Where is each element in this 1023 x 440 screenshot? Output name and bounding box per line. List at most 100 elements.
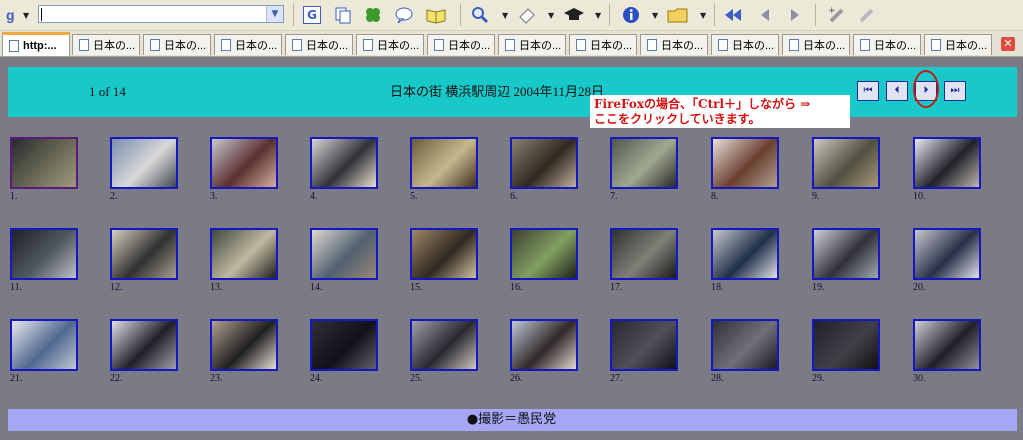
tab[interactable]: 日本の... [143,34,211,55]
photo-thumbnail[interactable] [210,228,278,280]
page-icon [434,39,444,51]
photo-thumbnail[interactable] [10,319,78,371]
photo-thumbnail[interactable] [610,137,678,189]
thumbnail-number: 30. [913,373,926,384]
thumbnail-number: 25. [410,373,423,384]
page-icon [576,39,586,51]
speech-bubble-icon[interactable] [393,4,415,26]
search-dropdown-button[interactable]: ▼ [266,6,283,22]
eraser-dropdown-icon[interactable]: ▼ [548,11,554,20]
open-book-icon[interactable] [424,4,448,26]
photo-thumbnail[interactable] [510,137,578,189]
tab[interactable]: 日本の... [640,34,708,55]
highlighter-icon[interactable] [856,4,878,26]
thumbnail-number: 4. [310,191,318,202]
back-arrow-icon[interactable] [755,4,775,26]
last-page-button[interactable]: ⏭ [944,81,966,101]
tab-label: 日本の... [590,40,633,52]
photo-thumbnail[interactable] [410,319,478,371]
thumbnail-number: 23. [210,373,223,384]
photo-thumbnail[interactable] [10,228,78,280]
tab-label: http:... [23,39,57,52]
google-g-button[interactable]: G [302,4,322,26]
photo-thumbnail[interactable] [812,228,880,280]
magnifier-icon[interactable] [469,4,491,26]
magnifier-dropdown-icon[interactable]: ▼ [502,11,508,20]
page-icon [9,39,19,52]
page-icon [718,39,728,51]
text-caret [41,8,42,21]
cap-dropdown-icon[interactable]: ▼ [595,11,601,20]
photo-thumbnail[interactable] [410,137,478,189]
photo-thumbnail[interactable] [110,319,178,371]
tab[interactable]: 日本の... [72,34,140,55]
thumbnail-number: 10. [913,191,926,202]
tab-label: 日本の... [732,40,775,52]
tab[interactable]: 日本の... [498,34,566,55]
tab[interactable]: 日本の... [427,34,495,55]
tab[interactable]: 日本の... [569,34,637,55]
thumbnail-number: 21. [10,373,23,384]
eraser-icon[interactable] [516,4,538,26]
copy-pages-icon[interactable] [333,4,353,26]
photo-thumbnail[interactable] [812,319,880,371]
photo-thumbnail[interactable] [711,137,779,189]
thumbnail-number: 14. [310,282,323,293]
tab[interactable]: 日本の... [356,34,424,55]
photo-thumbnail[interactable] [913,137,981,189]
tab[interactable]: 日本の... [285,34,353,55]
tab[interactable]: 日本の... [711,34,779,55]
photo-thumbnail[interactable] [210,319,278,371]
first-page-button[interactable]: ⏮ [857,81,879,101]
photo-thumbnail[interactable] [913,319,981,371]
folder-dropdown-icon[interactable]: ▼ [700,11,706,20]
page-icon [505,39,515,51]
prev-page-button[interactable]: ⏴ [886,81,908,101]
photo-thumbnail[interactable] [110,137,178,189]
photo-thumbnail[interactable] [210,137,278,189]
tab-current[interactable]: http:... [2,32,70,56]
photo-thumbnail[interactable] [711,228,779,280]
photo-thumbnail[interactable] [310,137,378,189]
photo-thumbnail[interactable] [913,228,981,280]
graduation-cap-icon[interactable] [562,4,586,26]
info-icon[interactable] [620,4,642,26]
photo-thumbnail[interactable] [410,228,478,280]
browser-toolbar: g ▼ ▼ G ▼ ▼ ▼ ▼ ▼ + [0,0,1023,31]
thumbnail-number: 26. [510,373,523,384]
folder-icon[interactable] [666,4,690,26]
tab[interactable]: 日本の... [853,34,921,55]
close-tab-icon[interactable]: ✕ [1001,37,1015,51]
google-search-icon[interactable]: g [4,4,20,26]
clover-icon[interactable] [362,4,384,26]
search-input[interactable]: ▼ [38,5,284,23]
highlighter-plus-icon[interactable]: + [826,4,848,26]
info-dropdown-icon[interactable]: ▼ [652,11,658,20]
page-icon [150,39,160,51]
thumbnail-number: 7. [610,191,618,202]
thumbnail-number: 9. [812,191,820,202]
photo-thumbnail[interactable] [610,319,678,371]
thumbnail-number: 1. [10,191,18,202]
photo-thumbnail[interactable] [310,228,378,280]
forward-arrow-icon[interactable] [785,4,805,26]
page-icon [292,39,302,51]
photo-thumbnail[interactable] [610,228,678,280]
photo-thumbnail[interactable] [510,319,578,371]
rewind-icon[interactable] [722,4,744,26]
photo-thumbnail[interactable] [711,319,779,371]
photo-thumbnail[interactable] [510,228,578,280]
search-engine-dropdown-icon[interactable]: ▼ [23,11,29,20]
tab[interactable]: 日本の... [782,34,850,55]
photo-thumbnail[interactable] [812,137,880,189]
photo-thumbnail[interactable] [310,319,378,371]
page-icon [860,39,870,51]
photo-thumbnail[interactable] [10,137,78,189]
toolbar-separator [815,4,816,26]
photo-thumbnail[interactable] [110,228,178,280]
tab[interactable]: 日本の... [214,34,282,55]
highlight-circle [913,70,939,108]
thumbnail-number: 12. [110,282,123,293]
page-icon [363,39,373,51]
tab[interactable]: 日本の... [924,34,992,55]
